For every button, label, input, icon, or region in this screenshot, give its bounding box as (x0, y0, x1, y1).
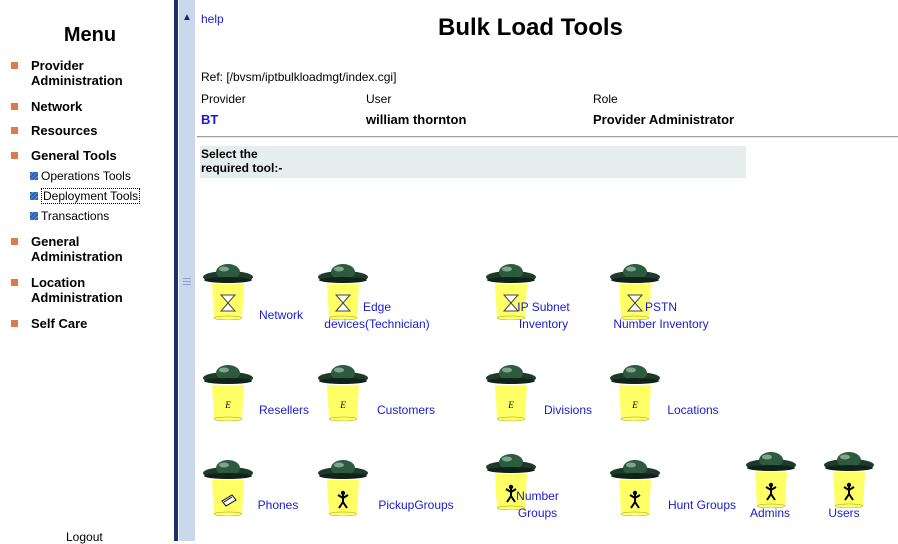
ufo-letter-icon[interactable]: E (202, 363, 254, 422)
tool-link[interactable]: PSTN Number Inventory (608, 299, 714, 333)
submenu-bullet-icon (30, 212, 38, 220)
submenu-item-transactions[interactable]: Transactions (30, 209, 109, 223)
page-title: Bulk Load Tools (438, 14, 623, 41)
provider-label: Provider (201, 92, 246, 106)
ufo-person-icon[interactable] (317, 458, 369, 517)
submenu-bullet-icon (30, 172, 38, 180)
menu-item-self-care[interactable]: Self Care (11, 316, 87, 331)
submenu-bullet-icon (30, 192, 38, 200)
scroll-up-arrow-icon[interactable]: ▲ (179, 10, 195, 26)
submenu-item-label: Operations Tools (41, 169, 131, 183)
svg-text:E: E (507, 400, 514, 410)
menu-item-label: Network (31, 99, 83, 114)
menu-bullet-icon (11, 279, 18, 286)
menu-item-label: Resources (31, 123, 98, 138)
svg-text:E: E (631, 400, 638, 410)
tool-link[interactable]: Phones (255, 497, 301, 514)
tool-link[interactable]: Network (255, 307, 307, 324)
menu-item-label: Provider Administration (31, 58, 123, 88)
user-value: william thornton (366, 112, 467, 127)
tool-link[interactable]: Hunt Groups (663, 497, 741, 514)
tool-link[interactable]: Number Groups (486, 488, 589, 522)
menu-item-label: Self Care (31, 316, 88, 331)
menu-bullet-icon (11, 103, 18, 110)
ufo-letter-icon[interactable]: E (317, 363, 369, 422)
user-label: User (366, 92, 392, 106)
frame-divider[interactable] (174, 0, 178, 541)
menu-item-general-administration[interactable]: General Administration (11, 234, 123, 264)
menu-bullet-icon (11, 127, 18, 134)
logout-link[interactable]: Logout (66, 530, 103, 544)
menu-title: Menu (63, 24, 117, 46)
tool-link[interactable]: Edge devices(Technician) (318, 299, 436, 333)
sidebar-menu: Menu Provider Administration Network Res… (0, 0, 174, 544)
tool-link[interactable]: Admins (745, 505, 795, 522)
tool-link[interactable]: IP Subnet Inventory (486, 299, 601, 333)
vertical-scrollbar[interactable] (179, 0, 195, 541)
menu-item-label: General Administration (31, 234, 123, 264)
provider-value-link[interactable]: BT (201, 112, 218, 127)
scrollbar-grip[interactable] (183, 276, 191, 285)
menu-bullet-icon (11, 152, 18, 159)
ufo-hourglass-icon[interactable] (202, 262, 254, 321)
submenu-item-label: Transactions (41, 209, 110, 223)
header-divider (197, 136, 898, 138)
ufo-person-icon[interactable] (823, 450, 875, 509)
ufo-person-icon[interactable] (745, 450, 797, 509)
select-tool-text: Select the required tool:- (201, 147, 283, 175)
reference-path: Ref: [/bvsm/iptbulkloadmgt/index.cgi] (201, 70, 397, 84)
menu-item-resources[interactable]: Resources (11, 123, 97, 138)
role-label: Role (593, 92, 618, 106)
menu-bullet-icon (11, 320, 18, 327)
tool-link[interactable]: Users (824, 505, 864, 522)
menu-bullet-icon (11, 62, 18, 69)
tool-link[interactable]: Resellers (255, 402, 313, 419)
role-value: Provider Administrator (593, 112, 735, 127)
ufo-letter-icon[interactable]: E (609, 363, 661, 422)
menu-item-network[interactable]: Network (11, 99, 82, 114)
menu-item-location-administration[interactable]: Location Administration (11, 275, 123, 305)
ufo-person-icon[interactable] (609, 458, 661, 517)
help-link[interactable]: help (201, 12, 224, 26)
submenu-item-operations-tools[interactable]: Operations Tools (30, 169, 131, 183)
menu-bullet-icon (11, 238, 18, 245)
ufo-phone-icon[interactable] (202, 458, 254, 517)
submenu-item-deployment-tools[interactable]: Deployment Tools (30, 188, 141, 204)
tool-link[interactable]: PickupGroups (372, 497, 460, 514)
menu-item-label: Location Administration (31, 275, 123, 305)
ufo-letter-icon[interactable]: E (485, 363, 537, 422)
tool-link[interactable]: Customers (372, 402, 440, 419)
tool-link[interactable]: Locations (662, 402, 724, 419)
svg-text:E: E (224, 400, 231, 410)
menu-item-general-tools[interactable]: General Tools (11, 148, 117, 163)
menu-item-provider-administration[interactable]: Provider Administration (11, 58, 123, 88)
tool-link[interactable]: Divisions (540, 402, 596, 419)
select-tool-prompt: Select the required tool:- (200, 146, 746, 178)
menu-item-label: General Tools (31, 148, 117, 163)
svg-text:E: E (339, 400, 346, 410)
submenu-item-label: Deployment Tools (41, 188, 141, 204)
